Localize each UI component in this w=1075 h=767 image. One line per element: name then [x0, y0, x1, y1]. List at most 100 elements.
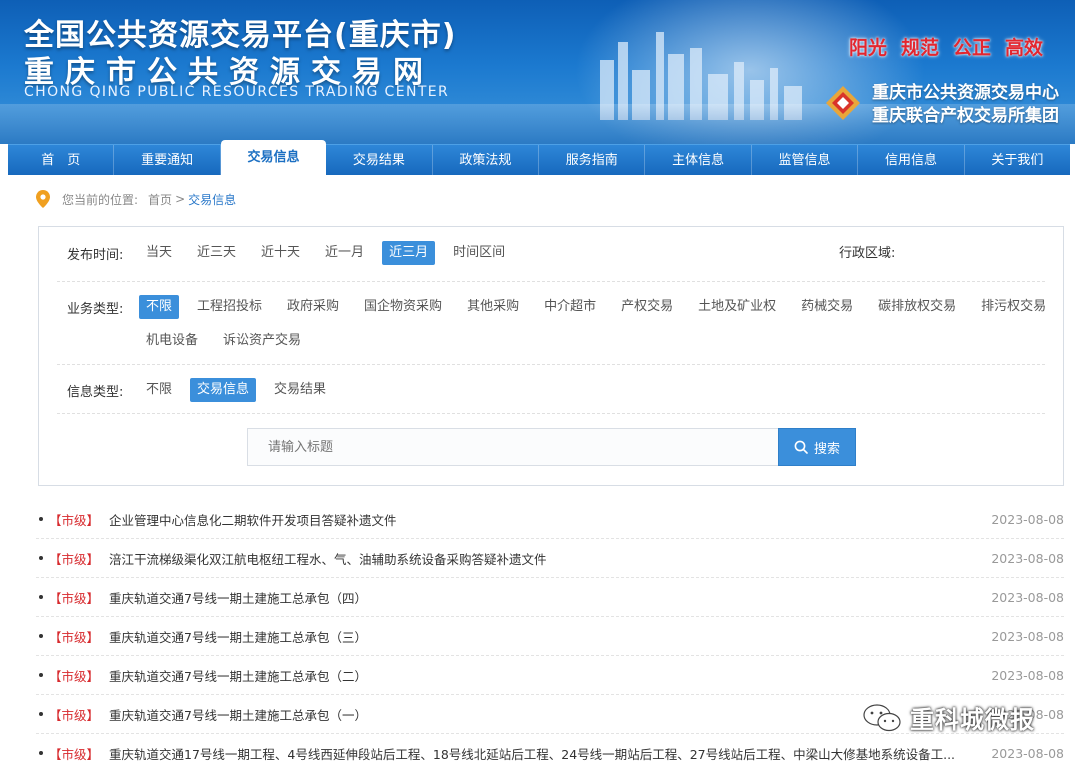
filter-time-label: 发布时间:: [67, 247, 124, 263]
nav-entity-info[interactable]: 主体信息: [645, 145, 752, 175]
list-item-title[interactable]: 重庆轨道交通7号线一期土建施工总承包（三）: [109, 627, 991, 646]
search-input[interactable]: [247, 428, 779, 466]
header-banner: 全国公共资源交易平台(重庆市) 重庆市公共资源交易网 CHONG QING PU…: [0, 0, 1075, 144]
time-option-3months[interactable]: 近三月: [382, 241, 436, 265]
list-item[interactable]: 【市级】 涪江干流梯级渠化双江航电枢纽工程水、气、油辅助系统设备采购答疑补遗文件…: [36, 539, 1064, 578]
list-item-date: 2023-08-08: [991, 589, 1064, 605]
list-item[interactable]: 【市级】 重庆轨道交通7号线一期土建施工总承包（四） 2023-08-08: [36, 578, 1064, 617]
org-name-2: 重庆联合产权交易所集团: [872, 106, 1059, 126]
business-option-litigation-assets[interactable]: 诉讼资产交易: [216, 329, 308, 353]
business-option-soe-procurement[interactable]: 国企物资采购: [357, 295, 449, 319]
time-option-10days[interactable]: 近十天: [254, 241, 307, 265]
filter-row-time: 发布时间: 当天 近三天 近十天 近一月 近三月 时间区间: [67, 241, 523, 265]
list-item-level: 【市级】: [49, 590, 100, 606]
org-names: 重庆市公共资源交易中心 重庆联合产权交易所集团: [872, 82, 1059, 128]
time-option-today[interactable]: 当天: [139, 241, 179, 265]
bullet-icon: [39, 673, 43, 677]
business-option-carbon[interactable]: 碳排放权交易: [871, 295, 963, 319]
list-item-date: 2023-08-08: [991, 628, 1064, 644]
list-item-level: 【市级】: [49, 629, 100, 645]
bullet-icon: [39, 517, 43, 521]
breadcrumb: 您当前的位置: 首页 > 交易信息: [36, 189, 236, 209]
business-option-electromechanical[interactable]: 机电设备: [139, 329, 205, 353]
nav-supervision-info[interactable]: 监管信息: [752, 145, 859, 175]
slogans: 阳光 规范 公正 高效: [849, 33, 1043, 60]
list-item-level: 【市级】: [49, 551, 100, 567]
list-item-title[interactable]: 重庆轨道交通17号线一期工程、4号线西延伸段站后工程、18号线北延站后工程、24…: [109, 744, 991, 763]
list-item-title[interactable]: 重庆轨道交通7号线一期土建施工总承包（四）: [109, 588, 991, 607]
nav-trade-info[interactable]: 交易信息: [220, 140, 327, 175]
list-item-date: 2023-08-08: [991, 511, 1064, 527]
filter-divider: [57, 364, 1045, 365]
nav-notices[interactable]: 重要通知: [114, 145, 221, 175]
filter-row-business: 业务类型: 不限 工程招投标 政府采购 国企物资采购 其他采购 中介超市 产权交…: [67, 295, 1064, 319]
list-item-level: 【市级】: [49, 707, 100, 723]
list-item-level: 【市级】: [49, 668, 100, 684]
business-option-agency-market[interactable]: 中介超市: [537, 295, 603, 319]
business-option-gov-procurement[interactable]: 政府采购: [280, 295, 346, 319]
business-option-pollution[interactable]: 排污权交易: [974, 295, 1053, 319]
breadcrumb-current[interactable]: 交易信息: [188, 191, 236, 208]
list-item[interactable]: 【市级】 重庆轨道交通7号线一期土建施工总承包（二） 2023-08-08: [36, 656, 1064, 695]
main-nav: 首 页 重要通知 交易信息 交易结果 政策法规 服务指南 主体信息 监管信息 信…: [8, 140, 1070, 175]
list-item-title[interactable]: 重庆轨道交通7号线一期土建施工总承包（二）: [109, 666, 991, 685]
list-item-date: 2023-08-08: [991, 550, 1064, 566]
slogan-2: 规范: [900, 37, 939, 59]
list-item-title[interactable]: 涪江干流梯级渠化双江航电枢纽工程水、气、油辅助系统设备采购答疑补遗文件: [109, 549, 991, 568]
search-button[interactable]: 搜索: [778, 428, 856, 466]
business-option-medical[interactable]: 药械交易: [794, 295, 860, 319]
list-item-title[interactable]: 重庆轨道交通7号线一期土建施工总承包（一）: [109, 705, 991, 724]
list-item-date: 2023-08-08: [991, 667, 1064, 683]
slogan-1: 阳光: [848, 37, 887, 59]
site-title-english: CHONG QING PUBLIC RESOURCES TRADING CENT…: [24, 84, 450, 100]
wechat-icon: [863, 703, 901, 731]
info-option-any[interactable]: 不限: [139, 378, 179, 402]
filter-info-label: 信息类型:: [67, 384, 124, 400]
business-option-land-mining[interactable]: 土地及矿业权: [691, 295, 783, 319]
filter-row-business-cont: 机电设备 诉讼资产交易: [67, 329, 319, 353]
watermark-text: 重科城微报: [910, 706, 1035, 734]
org-logo-icon: [826, 86, 860, 120]
filter-divider: [57, 281, 1045, 282]
region-label: 行政区域:: [839, 246, 896, 261]
search-button-label: 搜索: [813, 441, 840, 457]
filter-panel: 发布时间: 当天 近三天 近十天 近一月 近三月 时间区间 行政区域: 业务类型…: [38, 226, 1064, 486]
business-option-any[interactable]: 不限: [139, 295, 180, 319]
breadcrumb-separator: >: [175, 192, 186, 206]
time-option-3days[interactable]: 近三天: [190, 241, 243, 265]
watermark: 重科城微报: [862, 700, 1035, 735]
business-option-other-procurement[interactable]: 其他采购: [460, 295, 526, 319]
filter-business-label: 业务类型:: [67, 301, 124, 317]
slogan-4: 高效: [1004, 37, 1043, 59]
bullet-icon: [39, 712, 43, 716]
list-item[interactable]: 【市级】 重庆轨道交通7号线一期土建施工总承包（三） 2023-08-08: [36, 617, 1064, 656]
filter-divider: [57, 413, 1045, 414]
info-option-trade-results[interactable]: 交易结果: [267, 378, 333, 402]
location-pin-icon: [36, 190, 50, 208]
breadcrumb-prefix: 您当前的位置:: [62, 192, 139, 207]
breadcrumb-home-link[interactable]: 首页: [148, 191, 172, 208]
business-option-engineering[interactable]: 工程招投标: [190, 295, 269, 319]
nav-trade-results[interactable]: 交易结果: [326, 145, 433, 175]
nav-service-guide[interactable]: 服务指南: [539, 145, 646, 175]
filter-row-info: 信息类型: 不限 交易信息 交易结果: [67, 378, 344, 402]
search-icon: [794, 440, 808, 454]
nav-about[interactable]: 关于我们: [965, 145, 1070, 175]
list-item-date: 2023-08-08: [991, 745, 1064, 761]
org-name-1: 重庆市公共资源交易中心: [872, 83, 1059, 103]
list-item-level: 【市级】: [49, 746, 100, 762]
nav-home[interactable]: 首 页: [8, 145, 115, 175]
bullet-icon: [39, 751, 43, 755]
business-option-property-rights[interactable]: 产权交易: [614, 295, 680, 319]
info-option-trade-info[interactable]: 交易信息: [190, 378, 257, 402]
time-option-range[interactable]: 时间区间: [446, 241, 512, 265]
slogan-3: 公正: [952, 37, 991, 59]
bullet-icon: [39, 634, 43, 638]
list-item-title[interactable]: 企业管理中心信息化二期软件开发项目答疑补遗文件: [109, 510, 991, 529]
list-item[interactable]: 【市级】 重庆轨道交通17号线一期工程、4号线西延伸段站后工程、18号线北延站后…: [36, 734, 1064, 767]
time-option-1month[interactable]: 近一月: [318, 241, 371, 265]
bullet-icon: [39, 556, 43, 560]
nav-credit-info[interactable]: 信用信息: [858, 145, 965, 175]
list-item[interactable]: 【市级】 企业管理中心信息化二期软件开发项目答疑补遗文件 2023-08-08: [36, 500, 1064, 539]
nav-policies[interactable]: 政策法规: [433, 145, 540, 175]
